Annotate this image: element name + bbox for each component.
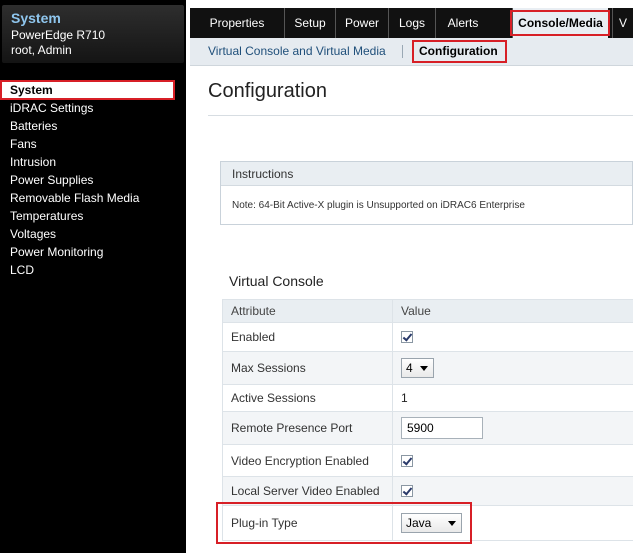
plugin-type-select[interactable]: Java: [401, 513, 462, 533]
sidebar-item-power-supplies[interactable]: Power Supplies: [0, 171, 186, 189]
chevron-down-icon: [448, 521, 456, 526]
header-attribute: Attribute: [223, 300, 393, 322]
title-divider: [208, 115, 633, 116]
remote-port-value: [393, 412, 633, 444]
sidebar-item-removable-flash-media[interactable]: Removable Flash Media: [0, 189, 186, 207]
video-encryption-checkbox[interactable]: [401, 454, 413, 467]
max-sessions-select[interactable]: 4: [401, 358, 434, 378]
sidebar-item-temperatures[interactable]: Temperatures: [0, 207, 186, 225]
sidebar-item-batteries[interactable]: Batteries: [0, 117, 186, 135]
instructions-heading: Instructions: [221, 162, 632, 186]
active-sessions-label: Active Sessions: [223, 385, 393, 411]
main-content: Properties Setup Power Logs Alerts Conso…: [190, 0, 633, 553]
sidebar-item-voltages[interactable]: Voltages: [0, 225, 186, 243]
tab-setup[interactable]: Setup: [284, 8, 335, 38]
system-header: System PowerEdge R710 root, Admin: [2, 5, 184, 63]
tab-overflow[interactable]: V: [612, 8, 633, 38]
table-header-row: Attribute Value: [222, 299, 633, 323]
video-encryption-value: [393, 445, 633, 476]
table-row-video-encryption: Video Encryption Enabled: [222, 445, 633, 477]
subtab-virtual-console-media[interactable]: Virtual Console and Virtual Media: [208, 44, 386, 58]
enabled-value: [393, 323, 633, 351]
sidebar-item-power-monitoring[interactable]: Power Monitoring: [0, 243, 186, 261]
tab-logs[interactable]: Logs: [388, 8, 435, 38]
plugin-type-label: Plug-in Type: [223, 506, 393, 540]
header-value: Value: [401, 304, 431, 318]
video-encryption-label: Video Encryption Enabled: [223, 445, 393, 476]
system-title[interactable]: System: [11, 10, 61, 26]
sidebar-item-lcd[interactable]: LCD: [0, 261, 186, 279]
plugin-type-value: Java: [393, 506, 633, 540]
subtab-configuration[interactable]: Configuration: [419, 44, 498, 58]
table-row-active-sessions: Active Sessions 1: [222, 385, 633, 412]
tab-properties[interactable]: Properties: [190, 8, 284, 38]
page-title: Configuration: [208, 80, 327, 102]
sidebar: System PowerEdge R710 root, Admin System…: [0, 0, 186, 553]
sidebar-item-fans[interactable]: Fans: [0, 135, 186, 153]
enabled-checkbox[interactable]: [401, 331, 413, 343]
sidebar-item-system[interactable]: System: [2, 81, 174, 99]
table-row-plugin-type: Plug-in Type Java: [222, 506, 633, 541]
plugin-type-selected: Java: [406, 516, 432, 530]
remote-port-label: Remote Presence Port: [223, 412, 393, 444]
tab-power[interactable]: Power: [335, 8, 388, 38]
server-model: PowerEdge R710: [11, 28, 106, 42]
max-sessions-value: 4: [393, 352, 633, 384]
sidebar-nav: System iDRAC Settings Batteries Fans Int…: [0, 81, 186, 279]
table-row-max-sessions: Max Sessions 4: [222, 352, 633, 385]
local-video-checkbox[interactable]: [401, 485, 413, 497]
subtab-bar: Virtual Console and Virtual Media Config…: [190, 38, 633, 66]
table-row-enabled: Enabled: [222, 323, 633, 352]
local-video-label: Local Server Video Enabled: [223, 477, 393, 505]
virtual-console-table: Attribute Value Enabled Max Sessions 4 A…: [222, 299, 633, 541]
enabled-label: Enabled: [223, 323, 393, 351]
logged-in-user: root, Admin: [11, 43, 72, 57]
max-sessions-label: Max Sessions: [223, 352, 393, 384]
max-sessions-selected: 4: [406, 361, 413, 375]
subtab-divider: [402, 45, 403, 58]
active-sessions-value: 1: [401, 391, 408, 405]
sidebar-item-intrusion[interactable]: Intrusion: [0, 153, 186, 171]
local-video-value: [393, 477, 633, 505]
tab-bar: Properties Setup Power Logs Alerts Conso…: [190, 8, 633, 38]
tab-console-media[interactable]: Console/Media: [512, 8, 608, 38]
chevron-down-icon: [420, 366, 428, 371]
instructions-box: Instructions Note: 64-Bit Active-X plugi…: [220, 161, 633, 225]
instructions-note: Note: 64-Bit Active-X plugin is Unsuppor…: [232, 200, 525, 211]
sidebar-item-idrac-settings[interactable]: iDRAC Settings: [0, 99, 186, 117]
virtual-console-title: Virtual Console: [229, 273, 324, 289]
tab-alerts[interactable]: Alerts: [435, 8, 490, 38]
table-row-remote-presence-port: Remote Presence Port: [222, 412, 633, 445]
remote-port-input[interactable]: [401, 417, 483, 439]
table-row-local-server-video: Local Server Video Enabled: [222, 477, 633, 506]
